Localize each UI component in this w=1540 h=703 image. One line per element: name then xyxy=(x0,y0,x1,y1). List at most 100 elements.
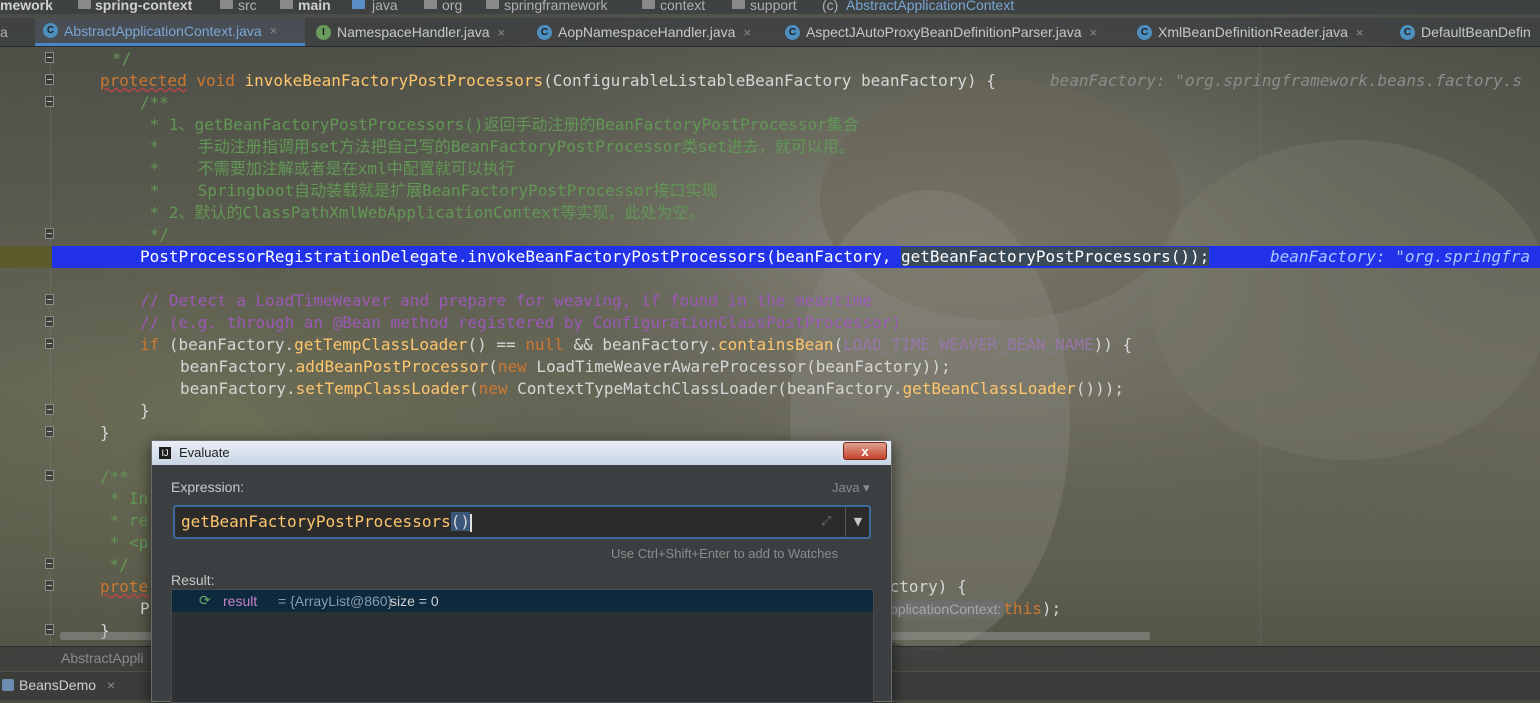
tab-overflow[interactable]: a xyxy=(0,18,30,46)
code-text: () == xyxy=(467,335,526,354)
keyword[interactable]: prote xyxy=(100,576,148,598)
fold-marker-icon[interactable] xyxy=(45,470,54,481)
code-text: ContextTypeMatchClassLoader(beanFactory. xyxy=(507,379,903,398)
code-line[interactable]: pplicationContext: this); xyxy=(888,598,1061,620)
code-line[interactable]: } xyxy=(140,400,150,422)
dialog-title: Evaluate xyxy=(179,445,230,460)
keyword: this xyxy=(1003,599,1042,618)
code-text: ( xyxy=(468,379,479,398)
fold-marker-icon[interactable] xyxy=(45,624,54,635)
breadcrumb-item[interactable]: AbstractApplicationContext xyxy=(846,0,1014,13)
code-line[interactable]: beanFactory.addBeanPostProcessor(new Loa… xyxy=(180,356,951,378)
result-size: size = 0 xyxy=(390,593,439,609)
close-icon[interactable]: × xyxy=(270,23,278,38)
code-line[interactable]: protected void invokeBeanFactoryPostProc… xyxy=(100,70,996,92)
fold-marker-icon[interactable] xyxy=(45,294,54,305)
fold-marker-icon[interactable] xyxy=(45,52,54,63)
fold-marker-icon[interactable] xyxy=(45,338,54,349)
javadoc-line: * 不需要加注解或者是在xml中配置就可以执行 xyxy=(140,159,515,178)
code-line[interactable]: actory) { xyxy=(880,576,967,598)
tab-defaultbeandefin[interactable]: C DefaultBeanDefin xyxy=(1400,18,1531,46)
tab-label: AopNamespaceHandler.java xyxy=(558,24,736,40)
result-row[interactable]: ⟳ result = {ArrayList@860} size = 0 xyxy=(172,590,873,612)
tab-label: NamespaceHandler.java xyxy=(337,24,490,40)
run-tab-beansdemo[interactable]: BeansDemo xyxy=(19,677,96,693)
tab-xmlbeandefinitionreader[interactable]: C XmlBeanDefinitionReader.java × xyxy=(1137,18,1363,46)
breadcrumb-item[interactable]: support xyxy=(750,0,797,13)
javadoc-text: */ xyxy=(112,49,132,68)
fold-marker-icon[interactable] xyxy=(45,96,54,107)
javadoc-line: * Springboot自动装载就是扩展BeanFactoryPostProce… xyxy=(140,181,718,200)
tab-abstractapplicationcontext[interactable]: C AbstractApplicationContext.java × xyxy=(35,18,305,46)
close-icon[interactable]: × xyxy=(1089,25,1097,40)
close-icon[interactable]: × xyxy=(498,25,506,40)
watch-result-icon: ⟳ xyxy=(199,593,211,609)
fold-marker-icon[interactable] xyxy=(45,404,54,415)
breadcrumb-item[interactable]: java xyxy=(372,0,398,13)
history-dropdown-button[interactable]: ▼ xyxy=(845,507,870,537)
dialog-titlebar[interactable]: IJ Evaluate x xyxy=(152,441,891,465)
close-icon[interactable]: × xyxy=(107,677,115,693)
evaluate-dialog: IJ Evaluate x Expression: Java ▾ getBean… xyxy=(151,440,892,703)
keyword: new xyxy=(478,379,508,398)
method-name: getTempClassLoader xyxy=(294,335,468,354)
folder-icon xyxy=(280,0,293,9)
javadoc-line: * re xyxy=(100,511,149,530)
editor-breadcrumb[interactable]: AbstractAppli xyxy=(61,650,143,666)
tab-aopnamespacehandler[interactable]: C AopNamespaceHandler.java × xyxy=(537,18,751,46)
breadcrumb-item[interactable]: context xyxy=(660,0,705,13)
chevron-down-icon: ▾ xyxy=(859,480,870,495)
javadoc-line: /** xyxy=(100,467,129,486)
class-icon: C xyxy=(1137,24,1152,40)
tab-prefix: a xyxy=(0,24,8,40)
breadcrumb-item[interactable]: spring-context xyxy=(95,0,192,13)
fold-marker-icon[interactable] xyxy=(45,426,54,437)
code-text: ( xyxy=(488,357,498,376)
code-text: beanFactory. xyxy=(180,379,296,398)
breadcrumb-item[interactable]: main xyxy=(298,0,331,13)
code-text: )) { xyxy=(1093,335,1133,354)
constant: LOAD_TIME_WEAVER_BEAN_NAME xyxy=(843,335,1094,354)
result-tree[interactable]: ⟳ result = {ArrayList@860} size = 0 xyxy=(171,589,874,703)
fold-marker-icon[interactable] xyxy=(45,228,54,239)
breadcrumb-item[interactable]: org xyxy=(442,0,462,13)
dialog-close-button[interactable]: x xyxy=(843,442,887,460)
expression-input[interactable]: getBeanFactoryPostProcessors() ⤢ ▼ xyxy=(173,505,871,539)
language-label: Java xyxy=(832,480,860,495)
code-text: LoadTimeWeaverAwareProcessor(beanFactory… xyxy=(526,357,951,376)
selected-expression: getBeanFactoryPostProcessors()); xyxy=(901,247,1210,266)
code-line[interactable]: } xyxy=(100,422,110,444)
fold-marker-icon[interactable] xyxy=(45,558,54,569)
code-line-current[interactable]: PostProcessorRegistrationDelegate.invoke… xyxy=(140,246,1210,268)
package-icon xyxy=(424,0,437,9)
tab-aspectjautoproxy[interactable]: C AspectJAutoProxyBeanDefinitionParser.j… xyxy=(785,18,1097,46)
fold-marker-icon[interactable] xyxy=(45,580,54,591)
expand-icon[interactable]: ⤢ xyxy=(821,514,835,529)
folder-icon xyxy=(220,0,233,9)
code-line[interactable]: */ xyxy=(112,48,131,70)
code-line[interactable]: if (beanFactory.getTempClassLoader() == … xyxy=(140,334,1132,356)
class-icon: C xyxy=(537,24,552,40)
text-caret xyxy=(469,513,472,532)
javadoc-line: * In xyxy=(100,489,149,508)
code-line[interactable]: beanFactory.setTempClassLoader(new Conte… xyxy=(180,378,1124,400)
close-icon[interactable]: × xyxy=(743,25,751,40)
breadcrumb-item[interactable]: src xyxy=(238,0,257,13)
folder-icon xyxy=(352,0,365,9)
code-text: && beanFactory. xyxy=(563,335,718,354)
fold-marker-icon[interactable] xyxy=(45,74,54,85)
breadcrumb-item[interactable]: springframework xyxy=(504,0,607,13)
method-name: getBeanClassLoader xyxy=(902,379,1076,398)
code-line[interactable]: P xyxy=(140,598,150,620)
javadoc-line: * 2、默认的ClassPathXmlWebApplicationContext… xyxy=(140,203,705,222)
tab-namespacehandler[interactable]: I NamespaceHandler.java × xyxy=(316,18,505,46)
breadcrumb-item[interactable]: mework xyxy=(0,0,53,13)
fold-marker-icon[interactable] xyxy=(45,316,54,327)
execution-gutter xyxy=(0,246,52,268)
code-text: ( xyxy=(833,335,844,354)
code-text: ); xyxy=(1041,599,1062,618)
close-icon[interactable]: × xyxy=(1356,25,1364,40)
keyword: new xyxy=(497,357,527,376)
breadcrumb: mework spring-context src main java org … xyxy=(0,0,1540,14)
language-selector[interactable]: Java ▾ xyxy=(832,480,870,496)
